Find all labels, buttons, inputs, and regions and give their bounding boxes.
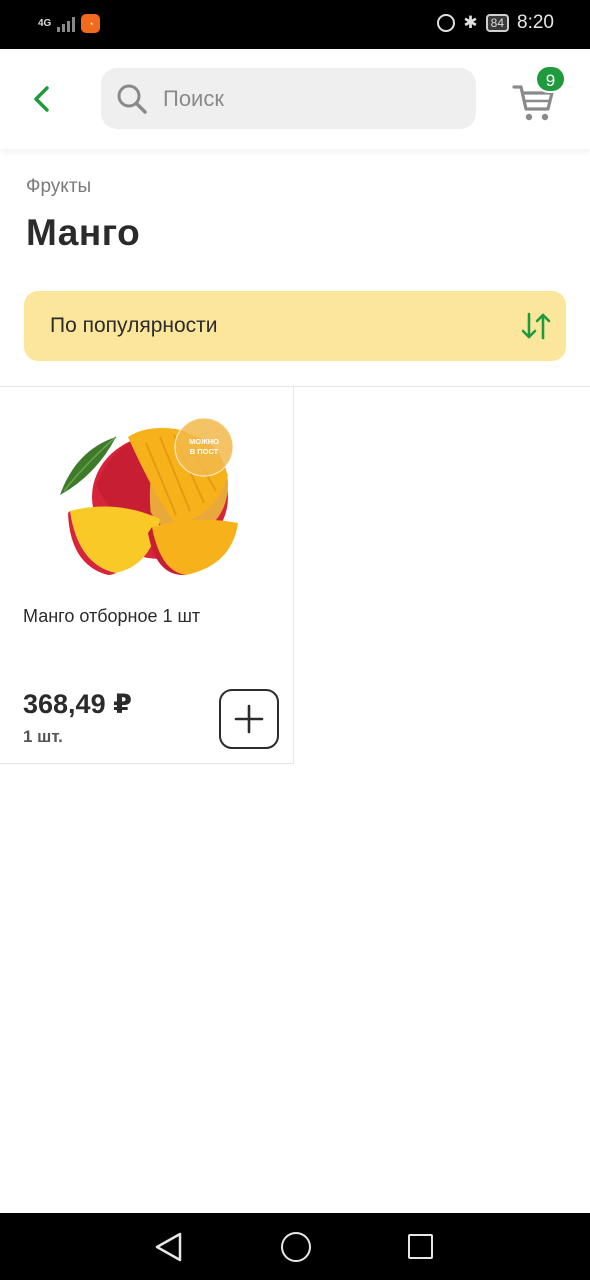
svg-text:МОЖНО: МОЖНО	[189, 437, 219, 446]
sort-arrows-icon	[521, 312, 551, 340]
product-unit: 1 шт.	[23, 727, 63, 746]
svg-text:В ПОСТ: В ПОСТ	[190, 447, 219, 456]
app-notification-icon: ◔	[81, 14, 101, 33]
bluetooth-icon: ✱	[463, 13, 478, 32]
chevron-left-icon	[34, 86, 49, 112]
status-bar: 4G ◔ ✱ 84 8:20	[0, 0, 590, 49]
search-input[interactable]	[163, 85, 453, 112]
search-icon	[115, 82, 149, 116]
nav-back-icon[interactable]	[152, 1231, 186, 1263]
system-nav-bar	[0, 1213, 590, 1280]
clock: 8:20	[517, 12, 554, 33]
product-card[interactable]: МОЖНО В ПОСТ Манго отборное 1 шт 368,49 …	[0, 387, 294, 764]
network-type: 4G	[38, 17, 52, 29]
search-bar[interactable]	[101, 68, 476, 129]
status-right: ✱ 84 8:20	[437, 12, 554, 34]
nav-recents-icon[interactable]	[408, 1234, 433, 1259]
breadcrumb[interactable]: Фрукты	[26, 176, 91, 198]
add-to-cart-button[interactable]	[219, 689, 279, 749]
status-left: 4G ◔	[38, 14, 101, 33]
sort-selector[interactable]: По популярности	[24, 291, 566, 361]
back-button[interactable]	[22, 79, 62, 119]
page-title: Манго	[26, 212, 141, 253]
alarm-icon	[437, 14, 456, 32]
product-image[interactable]: МОЖНО В ПОСТ	[56, 415, 238, 587]
plus-icon	[234, 704, 264, 734]
product-price: 368,49 ₽	[23, 689, 132, 719]
signal-icon	[57, 16, 76, 32]
product-name[interactable]: Манго отборное 1 шт	[23, 606, 200, 627]
app-header: 9	[0, 49, 590, 149]
sort-label: По популярности	[50, 314, 218, 337]
cart-count-badge: 9	[535, 65, 566, 93]
cart-button[interactable]: 9	[510, 65, 570, 133]
battery-icon: 84	[485, 14, 510, 32]
nav-home-icon[interactable]	[281, 1232, 311, 1262]
